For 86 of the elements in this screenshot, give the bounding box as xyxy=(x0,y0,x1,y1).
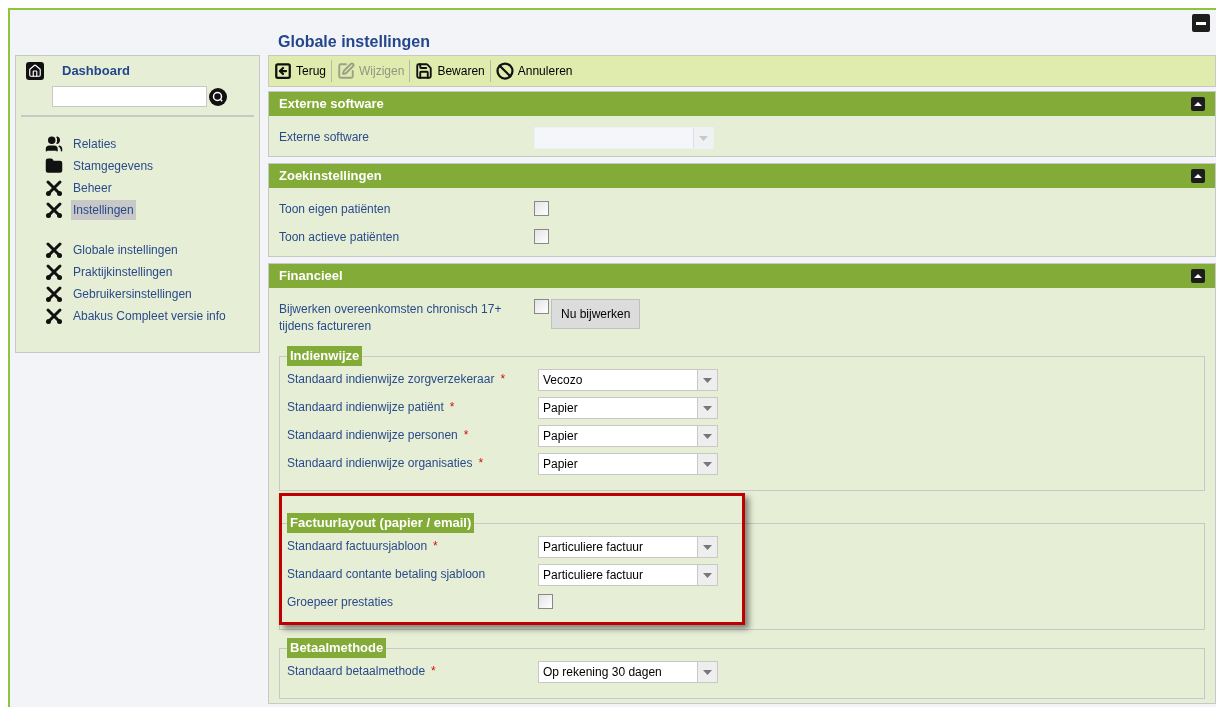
dashboard-link[interactable]: Dashboard xyxy=(62,61,130,81)
sidebar-item[interactable]: Beheer xyxy=(71,178,114,198)
dropdown-value: Papier xyxy=(542,456,579,473)
field-label: Standaard indienwijze organisaties xyxy=(287,455,473,472)
crossed-tools-icon xyxy=(45,263,63,281)
home-icon xyxy=(26,62,44,80)
field-label: Toon eigen patiënten xyxy=(279,201,391,218)
caret-icon xyxy=(699,135,708,141)
search-field[interactable] xyxy=(52,86,207,107)
required-mark: * xyxy=(478,455,484,472)
caret-icon xyxy=(703,669,712,675)
caret-icon xyxy=(703,377,712,383)
dropdown-field[interactable]: Papier xyxy=(538,425,718,447)
dropdown-field[interactable]: Particuliere factuur xyxy=(538,536,718,558)
collapse-button[interactable] xyxy=(1191,169,1205,183)
required-mark: * xyxy=(431,663,436,680)
caret-icon xyxy=(703,405,712,411)
caret-icon xyxy=(703,544,712,550)
sidebar-item[interactable]: Stamgegevens xyxy=(71,156,156,176)
field-label: Externe software xyxy=(279,129,370,146)
dropdown-value: Particuliere factuur xyxy=(542,567,645,584)
caret-up-icon xyxy=(1194,173,1202,179)
crossed-tools-icon xyxy=(45,201,63,219)
sidebar-item[interactable]: Instellingen xyxy=(71,200,136,220)
sidebar-item[interactable]: Gebruikersinstellingen xyxy=(71,284,194,304)
required-mark: * xyxy=(500,371,506,388)
crossed-tools-icon xyxy=(45,179,63,197)
fieldset-legend: Betaalmethode xyxy=(287,638,387,658)
field-label: Standaard factuursjabloon xyxy=(287,538,428,555)
dropdown-value: Vecozo xyxy=(542,372,584,389)
update-button[interactable]: Nu bijwerken xyxy=(551,299,641,329)
people-icon xyxy=(45,135,63,153)
cancel-icon xyxy=(495,62,514,80)
checkbox[interactable] xyxy=(534,299,549,314)
search-icon[interactable] xyxy=(209,87,227,106)
dropdown-value: Papier xyxy=(542,400,579,417)
caret-icon xyxy=(703,433,712,439)
page-title: Globale instellingen xyxy=(277,32,432,52)
field-label: Standaard indienwijze zorgverzekeraar xyxy=(287,371,495,388)
field-label: Toon actieve patiënten xyxy=(279,229,400,246)
collapse-button[interactable] xyxy=(1191,97,1205,111)
crossed-tools-icon xyxy=(45,241,63,259)
required-mark: * xyxy=(463,427,469,444)
toolbar-button[interactable]: Bewaren xyxy=(414,62,486,80)
section-title: Zoekinstellingen xyxy=(279,167,382,186)
dropdown-field[interactable]: Op rekening 30 dagen xyxy=(538,661,718,683)
edit-icon xyxy=(337,62,356,80)
checkbox[interactable] xyxy=(534,201,549,216)
dropdown-field[interactable]: Papier xyxy=(538,453,718,475)
field-label: Standaard indienwijze patiënt xyxy=(287,399,444,416)
fieldset-legend: Indienwijze xyxy=(287,346,363,366)
dropdown-field[interactable]: Vecozo xyxy=(538,369,718,391)
fieldset-legend: Factuurlayout (papier / email) xyxy=(287,513,475,533)
minimize-button[interactable] xyxy=(1192,14,1210,32)
back-icon xyxy=(274,62,292,80)
dropdown-value: Particuliere factuur xyxy=(542,539,645,556)
dropdown-value: Papier xyxy=(542,428,579,445)
crossed-tools-icon xyxy=(45,307,63,325)
required-mark: * xyxy=(433,538,438,555)
caret-icon xyxy=(703,461,712,467)
field-label: Bijwerken overeenkomsten chronisch 17+ tijdens factureren xyxy=(279,301,503,335)
required-mark: * xyxy=(449,399,455,416)
caret-icon xyxy=(703,572,712,578)
collapse-button[interactable] xyxy=(1191,269,1205,283)
sidebar-item[interactable]: Abakus Compleet versie info xyxy=(71,306,228,326)
folder-icon xyxy=(45,157,63,175)
checkbox[interactable] xyxy=(538,594,553,609)
toolbar-button[interactable]: Terug xyxy=(273,62,328,80)
dropdown-field[interactable]: Particuliere factuur xyxy=(538,564,718,586)
field-label: Standaard contante betaling sjabloon xyxy=(287,566,486,583)
section-title: Externe software xyxy=(279,95,384,114)
checkbox[interactable] xyxy=(534,229,549,244)
sidebar-item[interactable]: Praktijkinstellingen xyxy=(71,262,175,282)
caret-up-icon xyxy=(1194,101,1202,107)
field-label: Standaard indienwijze personen xyxy=(287,427,458,444)
caret-up-icon xyxy=(1194,273,1202,279)
sidebar-item[interactable]: Globale instellingen xyxy=(71,240,180,260)
dropdown-field[interactable]: Papier xyxy=(538,397,718,419)
section-title: Financieel xyxy=(279,267,343,286)
field-label: Standaard betaalmethode xyxy=(287,663,426,680)
toolbar-button[interactable]: Annuleren xyxy=(494,62,574,80)
save-icon xyxy=(415,62,434,80)
field-label: Groepeer prestaties xyxy=(287,594,394,611)
sidebar-item[interactable]: Relaties xyxy=(71,134,119,154)
dropdown-value: Op rekening 30 dagen xyxy=(542,664,663,681)
crossed-tools-icon xyxy=(45,285,63,303)
